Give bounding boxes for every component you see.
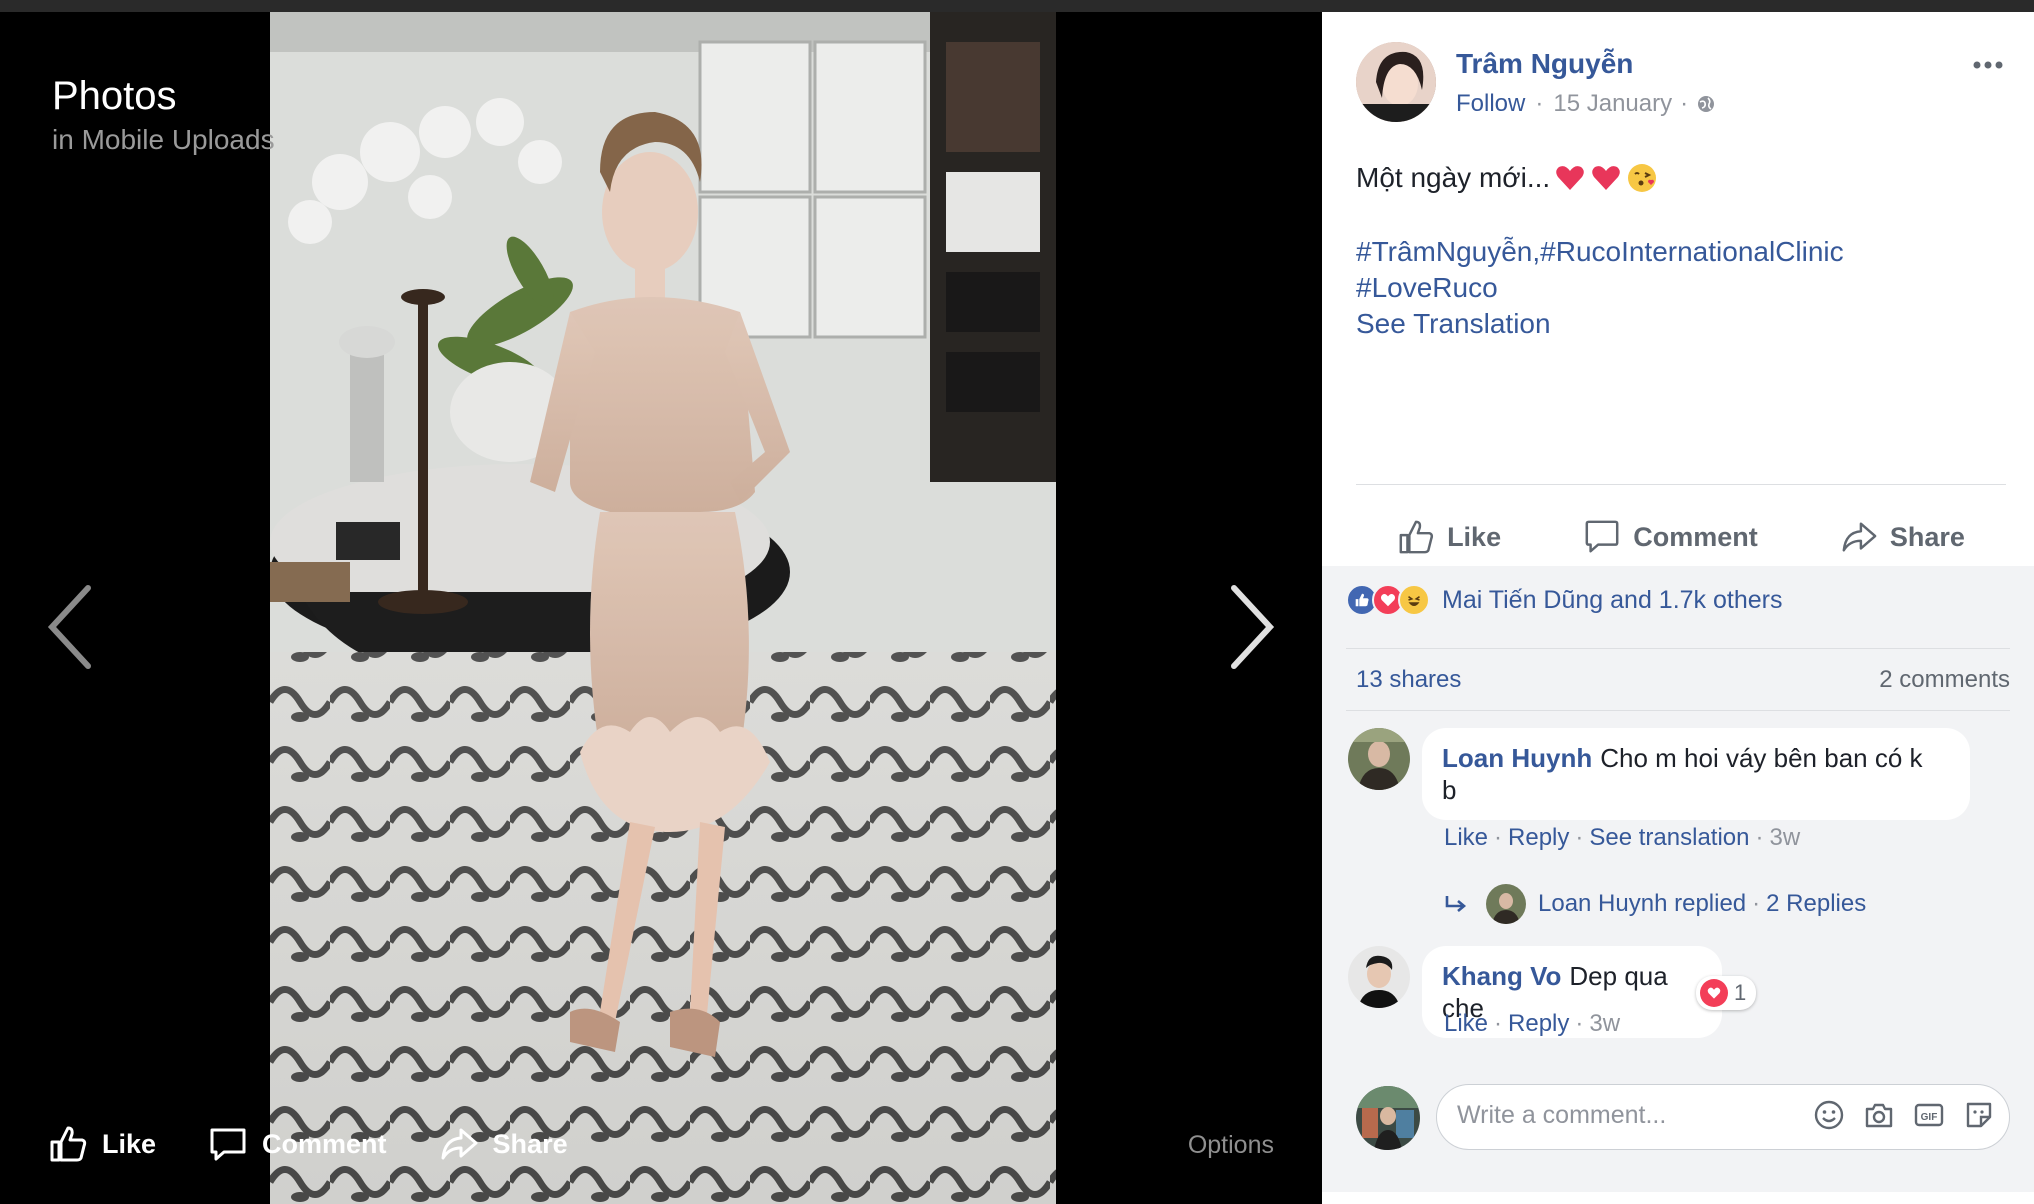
commenter-name[interactable]: Khang Vo [1442, 961, 1561, 991]
sticker-icon[interactable] [1963, 1099, 1995, 1131]
divider [1346, 648, 2010, 649]
more-options-icon[interactable] [1972, 58, 2004, 72]
camera-icon[interactable] [1863, 1099, 1895, 1131]
photo-viewer-screen: Photos in Mobile Uploads Like Comment Sh… [0, 0, 2034, 1204]
comment-reply-link[interactable]: Reply [1508, 1010, 1569, 1037]
comment-reply-link[interactable]: Reply [1508, 824, 1569, 851]
comment-label: Comment [1633, 521, 1758, 552]
author-avatar[interactable] [1356, 42, 1436, 122]
hashtag-line-1[interactable]: #TrâmNguyễn,#RucoInternationalClinic [1356, 234, 1844, 270]
haha-reaction-icon [1398, 584, 1430, 616]
comment-reaction-badge[interactable]: 1 [1696, 976, 1757, 1010]
comment-button[interactable]: Comment [1583, 518, 1758, 556]
comment-input[interactable] [1457, 1101, 1787, 1130]
next-photo-button[interactable] [1228, 582, 1278, 672]
comment-links: Like · Reply · See translation · 3w [1444, 824, 1801, 851]
viewer-like-label: Like [102, 1128, 157, 1159]
heart-emoji-icon [1592, 166, 1620, 190]
share-button[interactable]: Share [1840, 518, 1965, 556]
post-date[interactable]: 15 January [1553, 90, 1672, 118]
comment-input-icons: GIF [1813, 1099, 1995, 1131]
options-link[interactable]: Options [1188, 1131, 1274, 1160]
comment-time[interactable]: 3w [1770, 824, 1801, 851]
see-translation-link[interactable]: See Translation [1356, 308, 1551, 340]
svg-text:GIF: GIF [1921, 1112, 1938, 1123]
replies-count: 2 Replies [1766, 890, 1867, 917]
viewer-share-button[interactable]: Share [439, 1124, 568, 1164]
author-name[interactable]: Trâm Nguyễn [1456, 48, 1633, 80]
comment-text: Cho m hoi váy bên ban có k [1600, 743, 1923, 773]
viewer-share-label: Share [492, 1128, 568, 1159]
reactions-text[interactable]: Mai Tiến Dũng and 1.7k others [1442, 586, 1782, 615]
commenter-avatar[interactable] [1348, 946, 1410, 1008]
share-arrow-icon [1842, 522, 1877, 552]
write-comment-row: GIF [1356, 1084, 2016, 1154]
hashtag-line-2[interactable]: #LoveRuco [1356, 270, 1844, 306]
comment-time[interactable]: 3w [1589, 1010, 1620, 1037]
like-button[interactable]: Like [1397, 518, 1501, 556]
divider [1356, 484, 2006, 485]
comment-bubble: Loan Huynh Cho m hoi váy bên ban có k b [1422, 728, 1970, 820]
follow-button[interactable]: Follow [1456, 90, 1525, 118]
hashtags: #TrâmNguyễn,#RucoInternationalClinic #Lo… [1356, 234, 1844, 306]
viewer-like-button[interactable]: Like [48, 1124, 156, 1164]
photo-viewer: Photos in Mobile Uploads Like Comment Sh… [0, 12, 1322, 1204]
meta-separator: · [1680, 90, 1689, 117]
post-text: Một ngày mới... [1356, 162, 1658, 194]
thumbs-up-icon [1399, 520, 1434, 554]
comments-count[interactable]: 2 comments [1879, 666, 2010, 694]
commenter-name[interactable]: Loan Huynh [1442, 743, 1592, 773]
meta-separator: · [1535, 90, 1544, 117]
comment-input-box: GIF [1436, 1084, 2010, 1150]
comment-bubble-icon [210, 1128, 246, 1161]
current-user-avatar [1356, 1086, 1420, 1150]
gif-icon[interactable]: GIF [1913, 1099, 1945, 1131]
like-label: Like [1447, 521, 1502, 552]
post-meta: Follow · 15 January · [1456, 90, 1716, 118]
previous-photo-button[interactable] [44, 582, 94, 672]
chevron-left-icon [47, 585, 91, 669]
divider [1346, 710, 2010, 711]
comment-like-link[interactable]: Like [1444, 824, 1488, 851]
panel-bottom-edge [1322, 1192, 2034, 1204]
shares-count[interactable]: 13 shares [1356, 666, 1461, 694]
love-reaction-icon [1700, 979, 1728, 1007]
comment-see-translation-link[interactable]: See translation [1589, 824, 1749, 851]
album-link[interactable]: in Mobile Uploads [52, 124, 275, 156]
photo-image [270, 12, 1056, 1204]
comment-links: Like · Reply · 3w [1444, 1010, 1621, 1037]
post-action-bar: Like Comment Share [1356, 502, 2006, 572]
thumbs-up-icon [50, 1126, 87, 1162]
share-arrow-icon [441, 1128, 478, 1160]
globe-icon [1698, 96, 1715, 112]
viewer-action-bar: Like Comment Share [48, 1124, 568, 1164]
reply-arrow-icon [1445, 896, 1467, 912]
post-text-body: Một ngày mới... [1356, 162, 1551, 193]
chevron-right-icon [1231, 585, 1275, 669]
commenter-avatar[interactable] [1348, 728, 1410, 790]
view-replies-link[interactable]: Loan Huynh replied · 2 Replies [1444, 884, 1866, 924]
heart-emoji-icon [1556, 166, 1584, 190]
viewer-comment-label: Comment [262, 1128, 387, 1159]
avatar-image [1356, 42, 1436, 122]
post-panel: Trâm Nguyễn Follow · 15 January · Một ng… [1322, 12, 2034, 1192]
comment-bubble-icon [1585, 520, 1619, 553]
comment-reaction-count: 1 [1734, 980, 1747, 1005]
kissing-face-icon [1628, 164, 1657, 192]
share-label: Share [1889, 521, 1965, 552]
photo[interactable] [270, 12, 1056, 1204]
comment-text-continued: b [1442, 775, 1457, 805]
emoji-icon[interactable] [1813, 1099, 1845, 1131]
comment-like-link[interactable]: Like [1444, 1010, 1488, 1037]
viewer-comment-button[interactable]: Comment [208, 1124, 387, 1164]
browser-top-strip [0, 0, 2034, 12]
viewer-title: Photos [52, 74, 177, 118]
replies-author: Loan Huynh replied [1538, 890, 1747, 917]
reactions-summary[interactable]: Mai Tiến Dũng and 1.7k others [1346, 584, 1782, 616]
replier-avatar [1486, 884, 1526, 924]
